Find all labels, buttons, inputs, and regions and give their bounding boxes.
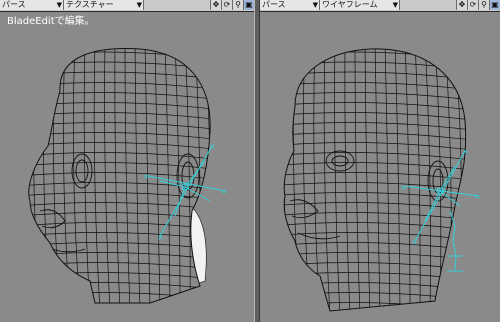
view-type-dropdown[interactable]: パース ▼ bbox=[0, 0, 64, 10]
move-view-icon[interactable]: ✥ bbox=[210, 0, 221, 10]
svg-text:×: × bbox=[400, 183, 407, 192]
svg-text:×: × bbox=[411, 238, 418, 247]
shading-mode-dropdown[interactable]: テクスチャー ▼ bbox=[64, 0, 144, 10]
chevron-down-icon: ▼ bbox=[392, 1, 398, 9]
svg-text:×: × bbox=[474, 192, 481, 201]
view-type-value: パース bbox=[2, 0, 26, 9]
chevron-down-icon: ▼ bbox=[56, 1, 62, 9]
shading-mode-dropdown[interactable]: ワイヤフレーム ▼ bbox=[320, 0, 400, 10]
svg-text:×: × bbox=[157, 233, 164, 242]
zoom-view-icon[interactable]: ⚲ bbox=[478, 0, 489, 10]
right-head-model[interactable]: × × × × bbox=[260, 11, 500, 322]
viewport-caption: BladeEditで編集。 bbox=[7, 16, 95, 27]
left-head-model[interactable]: × × × × bbox=[0, 11, 254, 322]
view-type-dropdown[interactable]: パース ▼ bbox=[260, 0, 320, 10]
chevron-down-icon: ▼ bbox=[312, 1, 318, 9]
modeler-window: パース ▼ テクスチャー ▼ ✥ ⟳ ⚲ ▣ × × × × BladeEdit… bbox=[0, 0, 500, 322]
maximize-view-icon[interactable]: ▣ bbox=[243, 0, 254, 10]
shading-mode-value: ワイヤフレーム bbox=[322, 0, 378, 9]
zoom-view-icon[interactable]: ⚲ bbox=[232, 0, 243, 10]
shading-mode-value: テクスチャー bbox=[66, 0, 114, 9]
wireframe-mesh bbox=[284, 48, 466, 312]
svg-text:×: × bbox=[209, 142, 216, 151]
rotate-view-icon[interactable]: ⟳ bbox=[221, 0, 232, 10]
svg-text:×: × bbox=[462, 147, 469, 156]
svg-text:×: × bbox=[143, 172, 150, 181]
view-type-value: パース bbox=[262, 0, 286, 9]
wireframe-mesh bbox=[28, 48, 211, 304]
chevron-down-icon: ▼ bbox=[136, 1, 142, 9]
right-viewport[interactable]: パース ▼ ワイヤフレーム ▼ ✥ ⟳ ⚲ ▣ × × × × bbox=[260, 0, 500, 322]
left-viewport[interactable]: パース ▼ テクスチャー ▼ ✥ ⟳ ⚲ ▣ × × × × BladeEdit… bbox=[0, 0, 254, 322]
rotate-view-icon[interactable]: ⟳ bbox=[467, 0, 478, 10]
maximize-view-icon[interactable]: ▣ bbox=[489, 0, 500, 10]
move-view-icon[interactable]: ✥ bbox=[456, 0, 467, 10]
svg-text:×: × bbox=[221, 187, 228, 196]
